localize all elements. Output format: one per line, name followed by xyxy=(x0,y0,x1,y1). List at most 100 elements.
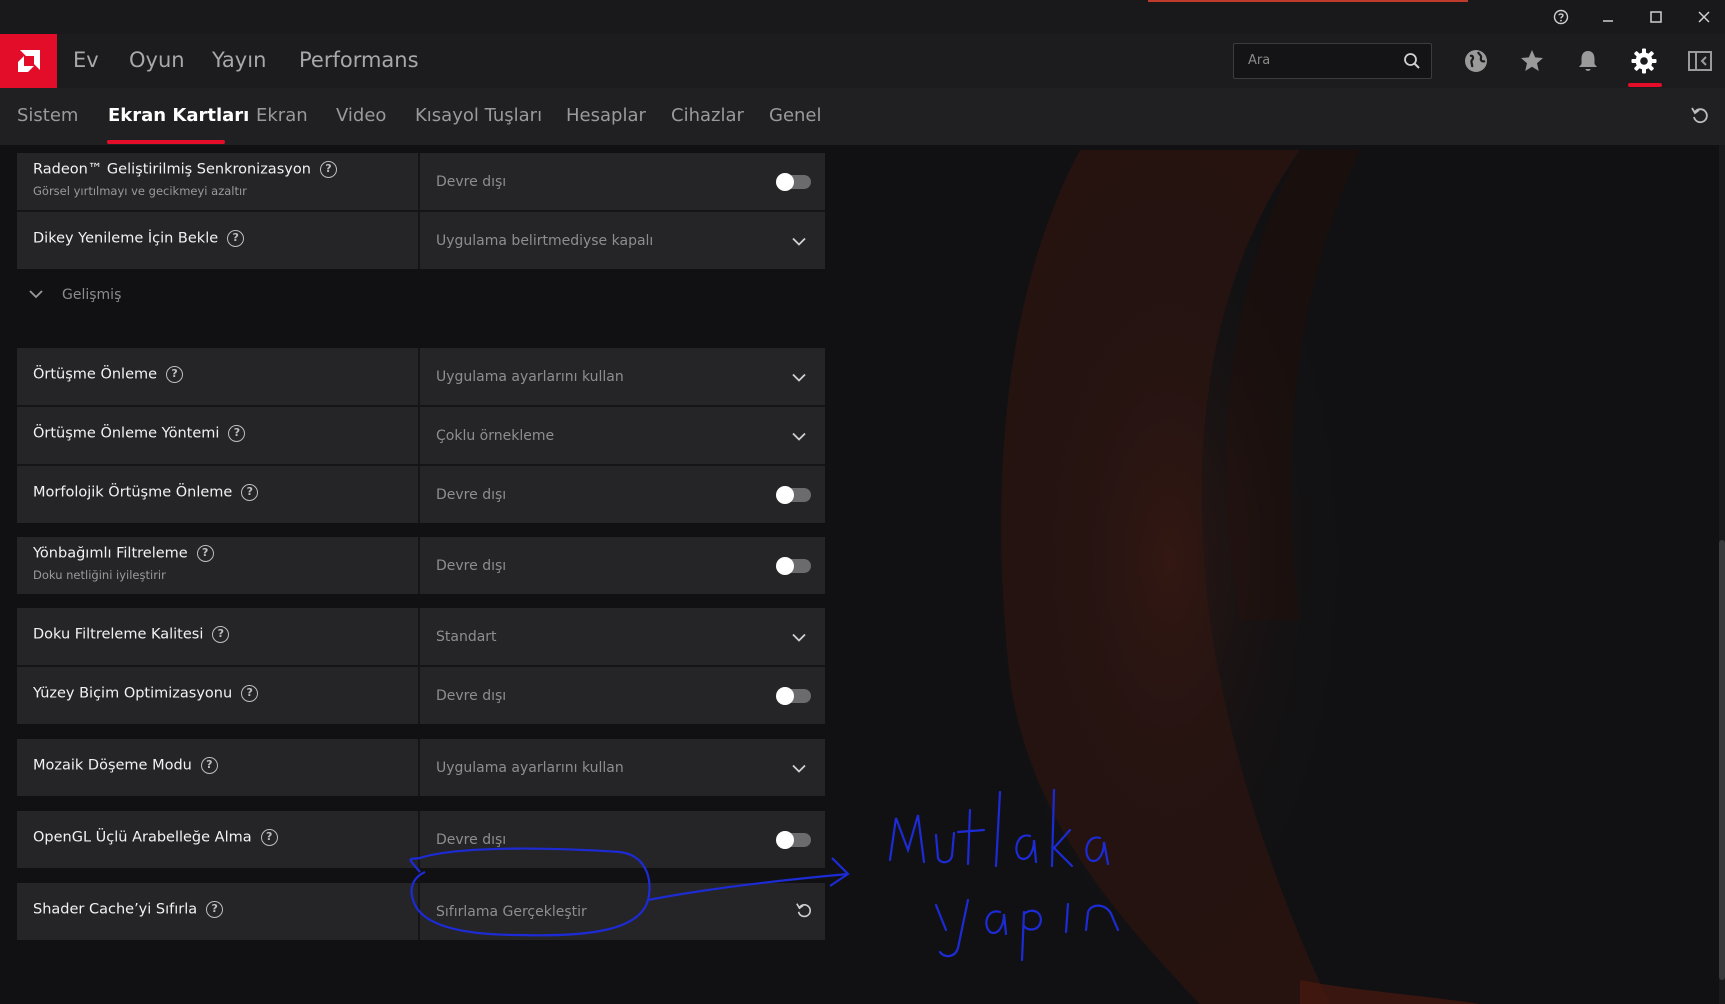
title-bar xyxy=(0,0,1725,34)
chevron-down-icon xyxy=(791,231,807,250)
setting-value: Devre dışı xyxy=(436,173,507,190)
help-icon[interactable]: ? xyxy=(212,626,230,643)
tab-video[interactable]: Video xyxy=(336,105,386,126)
search-icon[interactable] xyxy=(1403,52,1421,74)
help-icon[interactable]: ? xyxy=(196,545,214,562)
toggle-knob xyxy=(776,556,794,575)
globe-icon[interactable] xyxy=(1461,46,1491,76)
setting-title: Doku Filtreleme Kalitesi xyxy=(33,626,204,643)
maximize-icon[interactable] xyxy=(1642,4,1670,30)
tab-ekran-kartlari[interactable]: Ekran Kartları xyxy=(108,105,249,126)
help-icon[interactable]: ? xyxy=(260,829,278,846)
reset-shader-cache-button[interactable]: Sıfırlama Gerçekleştir xyxy=(420,883,825,940)
wait-vsync-dropdown[interactable]: Uygulama belirtmediyse kapalı xyxy=(420,212,825,269)
toggle-knob xyxy=(776,485,794,504)
chevron-down-icon xyxy=(791,758,807,777)
help-icon[interactable]: ? xyxy=(241,484,259,501)
settings-tab-bar: Sistem Ekran Kartları Ekran Video Kısayo… xyxy=(0,88,1725,145)
setting-row-enhanced-sync: Radeon™ Geliştirilmiş Senkronizasyon? Gö… xyxy=(17,153,825,210)
setting-row-reset-shader-cache: Shader Cache’yi Sıfırla? Sıfırlama Gerçe… xyxy=(17,883,825,940)
toggle-knob xyxy=(776,172,794,191)
tab-sistem[interactable]: Sistem xyxy=(17,105,78,126)
setting-row-surface-format-optimization: Yüzey Biçim Optimizasyonu? Devre dışı xyxy=(17,667,825,724)
reset-icon xyxy=(795,901,813,923)
setting-label-cell: Yüzey Biçim Optimizasyonu? xyxy=(17,667,420,724)
setting-value: Uygulama ayarlarını kullan xyxy=(436,368,624,385)
setting-label-cell: Doku Filtreleme Kalitesi? xyxy=(17,608,420,665)
aa-method-dropdown[interactable]: Çoklu örnekleme xyxy=(420,407,825,464)
setting-value-cell: Devre dışı xyxy=(420,537,825,594)
setting-row-anti-aliasing: Örtüşme Önleme? Uygulama ayarlarını kull… xyxy=(17,348,825,405)
reset-all-icon[interactable] xyxy=(1690,105,1710,129)
scrollbar-thumb[interactable] xyxy=(1719,540,1725,980)
bell-icon[interactable] xyxy=(1573,46,1603,76)
search-box[interactable]: Ara xyxy=(1233,43,1432,79)
main-nav: Ev Oyun Yayın Performans Ara xyxy=(0,34,1725,88)
star-icon[interactable] xyxy=(1517,46,1547,76)
setting-label-cell: Örtüşme Önleme? xyxy=(17,348,420,405)
surface-format-optimization-toggle[interactable] xyxy=(776,686,811,705)
setting-label-cell: Mozaik Döşeme Modu? xyxy=(17,739,420,796)
setting-value: Çoklu örnekleme xyxy=(436,427,555,444)
setting-title: OpenGL Üçlü Arabelleğe Alma xyxy=(33,829,252,846)
help-icon[interactable]: ? xyxy=(206,901,224,918)
sidebar-toggle-icon[interactable] xyxy=(1685,46,1715,76)
setting-row-morphological-aa: Morfolojik Örtüşme Önleme? Devre dışı xyxy=(17,466,825,523)
setting-value: Uygulama belirtmediyse kapalı xyxy=(436,232,654,249)
setting-title: Radeon™ Geliştirilmiş Senkronizasyon xyxy=(33,161,311,178)
setting-label-cell: Dikey Yenileme İçin Bekle? xyxy=(17,212,420,269)
morphological-aa-toggle[interactable] xyxy=(776,485,811,504)
setting-value-cell: Devre dışı xyxy=(420,667,825,724)
setting-row-aa-method: Örtüşme Önleme Yöntemi? Çoklu örnekleme xyxy=(17,407,825,464)
chevron-down-icon xyxy=(791,426,807,445)
search-input[interactable]: Ara xyxy=(1248,53,1270,68)
toggle-knob xyxy=(776,686,794,705)
tab-hesaplar[interactable]: Hesaplar xyxy=(566,105,646,126)
help-icon[interactable]: ? xyxy=(228,425,246,442)
minimize-icon[interactable] xyxy=(1594,4,1622,30)
nav-item-performance[interactable]: Performans xyxy=(299,48,419,72)
settings-content: Radeon™ Geliştirilmiş Senkronizasyon? Gö… xyxy=(0,145,1725,1004)
setting-value-cell: Devre dışı xyxy=(420,466,825,523)
gear-icon[interactable] xyxy=(1629,46,1659,76)
setting-row-wait-vsync: Dikey Yenileme İçin Bekle? Uygulama beli… xyxy=(17,212,825,269)
setting-title: Yüzey Biçim Optimizasyonu xyxy=(33,685,233,702)
setting-row-opengl-triple-buffering: OpenGL Üçlü Arabelleğe Alma? Devre dışı xyxy=(17,811,825,868)
nav-item-gaming[interactable]: Oyun xyxy=(129,48,185,72)
setting-label-cell: Morfolojik Örtüşme Önleme? xyxy=(17,466,420,523)
setting-value: Devre dışı xyxy=(436,831,507,848)
close-icon[interactable] xyxy=(1690,4,1718,30)
tab-kisayol-tuslari[interactable]: Kısayol Tuşları xyxy=(415,105,542,126)
chevron-down-icon xyxy=(791,627,807,646)
help-icon[interactable]: ? xyxy=(241,685,259,702)
tessellation-mode-dropdown[interactable]: Uygulama ayarlarını kullan xyxy=(420,739,825,796)
help-icon[interactable] xyxy=(1547,4,1575,30)
setting-title: Örtüşme Önleme Yöntemi xyxy=(33,425,220,442)
nav-item-streaming[interactable]: Yayın xyxy=(212,48,266,72)
enhanced-sync-toggle[interactable] xyxy=(776,172,811,191)
help-icon[interactable]: ? xyxy=(319,161,337,178)
setting-value: Uygulama ayarlarını kullan xyxy=(436,759,624,776)
setting-value: Devre dışı xyxy=(436,687,507,704)
help-icon[interactable]: ? xyxy=(166,366,184,383)
tab-cihazlar[interactable]: Cihazlar xyxy=(671,105,744,126)
setting-label-cell: Yönbağımlı Filtreleme? Doku netliğini iy… xyxy=(17,537,420,594)
setting-value: Sıfırlama Gerçekleştir xyxy=(436,903,587,920)
chevron-down-icon xyxy=(791,367,807,386)
opengl-triple-buffering-toggle[interactable] xyxy=(776,830,811,849)
setting-value: Standart xyxy=(436,628,497,645)
setting-label-cell: Örtüşme Önleme Yöntemi? xyxy=(17,407,420,464)
help-icon[interactable]: ? xyxy=(227,230,245,247)
setting-label-cell: OpenGL Üçlü Arabelleğe Alma? xyxy=(17,811,420,868)
tab-genel[interactable]: Genel xyxy=(769,105,822,126)
texture-filtering-quality-dropdown[interactable]: Standart xyxy=(420,608,825,665)
setting-title: Shader Cache’yi Sıfırla xyxy=(33,901,198,918)
anisotropic-filtering-toggle[interactable] xyxy=(776,556,811,575)
help-icon[interactable]: ? xyxy=(200,757,218,774)
tab-ekran[interactable]: Ekran xyxy=(256,105,308,126)
anti-aliasing-dropdown[interactable]: Uygulama ayarlarını kullan xyxy=(420,348,825,405)
amd-logo-icon[interactable] xyxy=(0,34,57,88)
setting-subtitle: Görsel yırtılmayı ve gecikmeyi azaltır xyxy=(33,184,247,198)
setting-row-anisotropic-filtering: Yönbağımlı Filtreleme? Doku netliğini iy… xyxy=(17,537,825,594)
nav-item-home[interactable]: Ev xyxy=(73,48,99,72)
